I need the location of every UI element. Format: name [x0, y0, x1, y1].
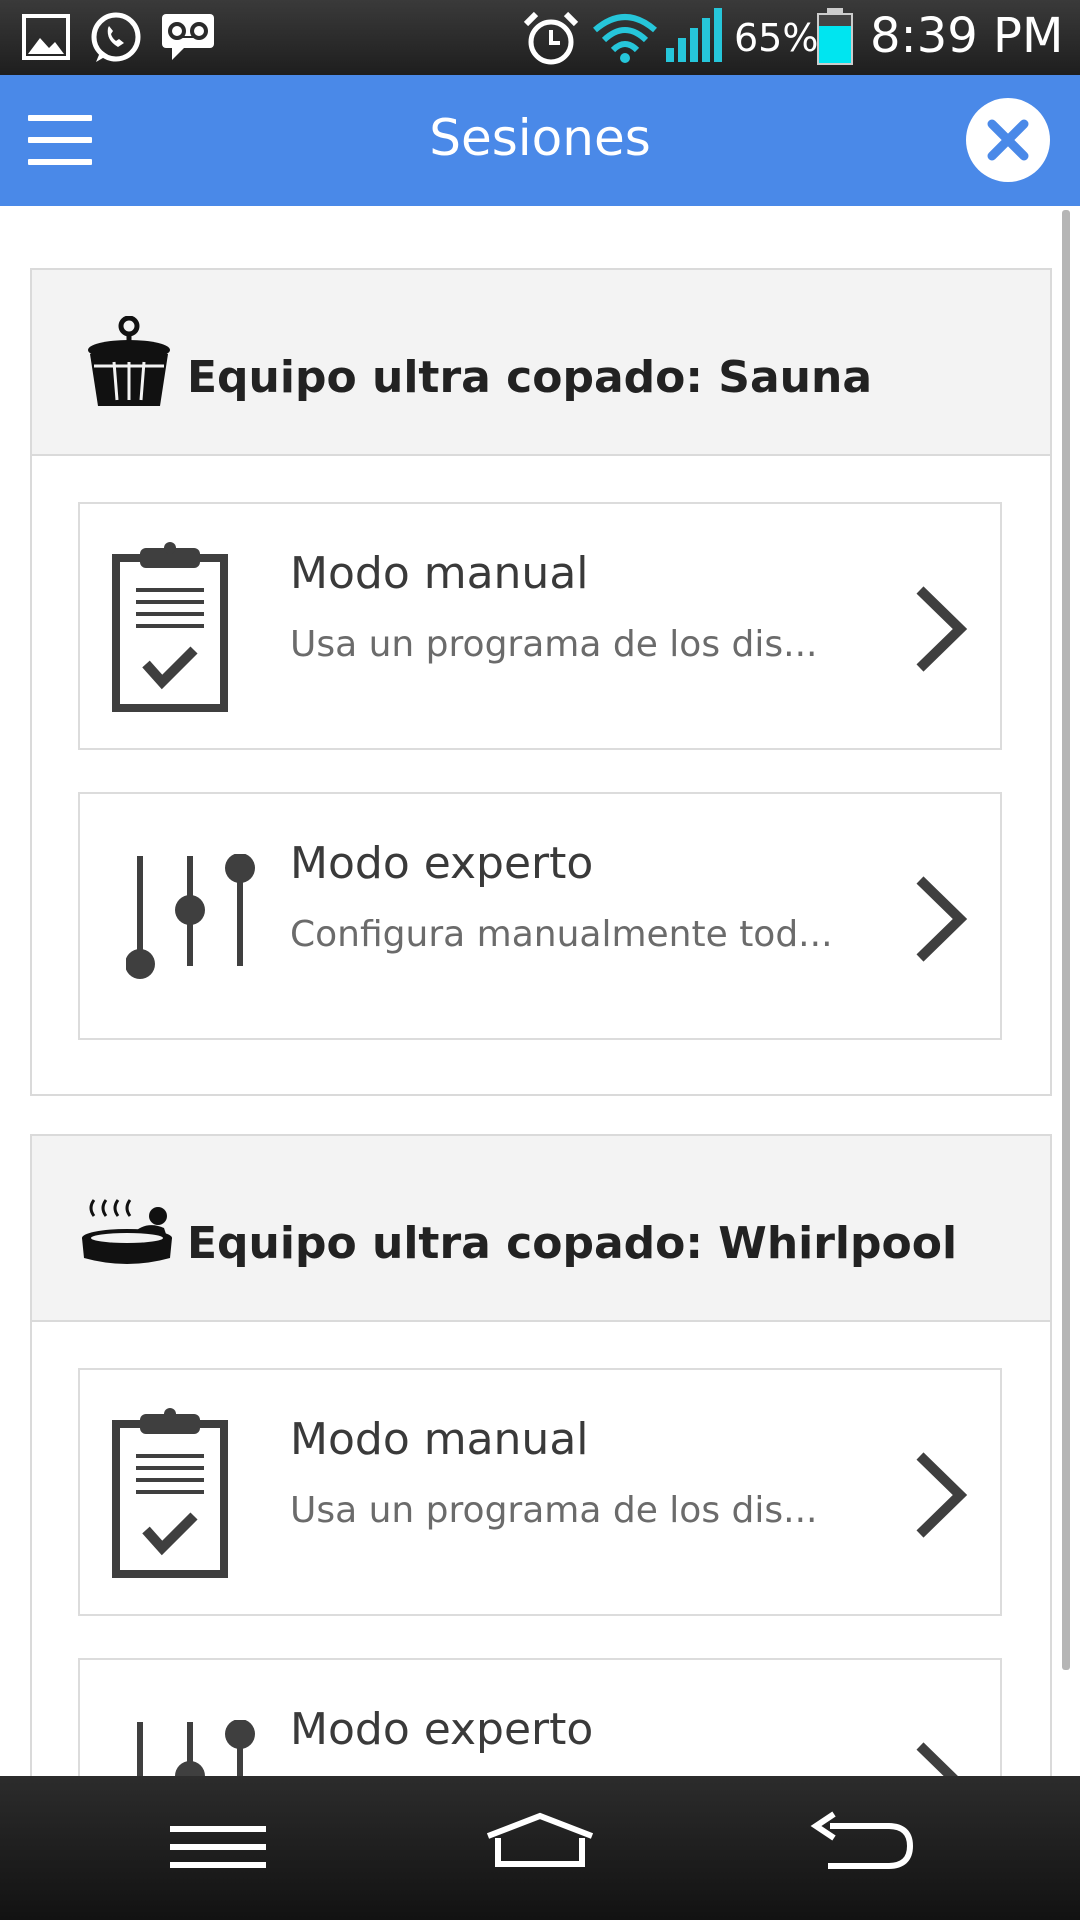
home-icon[interactable] [482, 1812, 598, 1870]
sessions-list[interactable]: Equipo ultra copado: Sauna Modo manual U… [0, 206, 1080, 1776]
close-button[interactable] [966, 98, 1050, 182]
menu-icon[interactable] [170, 1824, 266, 1872]
section-card-sauna: Equipo ultra copado: Sauna Modo manual U… [30, 268, 1052, 1096]
option-description: Usa un programa de los dis... [290, 624, 818, 665]
battery-icon [817, 8, 853, 65]
option-modo-experto[interactable]: Modo experto [78, 1658, 1002, 1776]
sauna-bucket-icon [88, 316, 170, 406]
section-title: Equipo ultra copado: Whirlpool [187, 1218, 958, 1269]
system-nav-bar [0, 1776, 1080, 1920]
option-title: Modo manual [290, 548, 589, 599]
voicemail-icon [162, 14, 214, 60]
app-bar: Sesiones [0, 75, 1080, 206]
clipboard-check-icon [112, 1408, 228, 1578]
page-title: Sesiones [429, 109, 651, 167]
option-title: Modo experto [290, 838, 594, 889]
clock: 8:39 PM [870, 8, 1064, 64]
option-modo-experto[interactable]: Modo experto Configura manualmente tod..… [78, 792, 1002, 1040]
signal-icon [666, 8, 722, 62]
option-title: Modo experto [290, 1704, 594, 1755]
sliders-icon [137, 1720, 255, 1776]
section-header: Equipo ultra copado: Sauna [32, 270, 1050, 456]
gallery-icon [22, 14, 70, 60]
option-description: Configura manualmente tod... [290, 914, 833, 955]
alarm-icon [523, 11, 579, 65]
section-card-whirlpool: Equipo ultra copado: Whirlpool Modo manu… [30, 1134, 1052, 1776]
battery-percent: 65% [734, 16, 819, 60]
status-bar: 65% 8:39 PM [0, 0, 1080, 75]
chevron-right-icon [916, 876, 968, 962]
option-modo-manual[interactable]: Modo manual Usa un programa de los dis..… [78, 502, 1002, 750]
section-header: Equipo ultra copado: Whirlpool [32, 1136, 1050, 1322]
scrollbar[interactable] [1062, 210, 1070, 1670]
chevron-right-icon [916, 1742, 958, 1776]
chevron-right-icon [916, 1452, 968, 1538]
sliders-icon [126, 854, 255, 979]
option-modo-manual[interactable]: Modo manual Usa un programa de los dis..… [78, 1368, 1002, 1616]
back-icon[interactable] [808, 1810, 916, 1874]
option-title: Modo manual [290, 1414, 589, 1465]
whatsapp-icon [91, 12, 141, 62]
whirlpool-tub-icon [82, 1199, 172, 1264]
wifi-icon [593, 14, 657, 63]
option-description: Usa un programa de los dis... [290, 1490, 818, 1531]
clipboard-check-icon [112, 542, 228, 712]
chevron-right-icon [916, 586, 968, 672]
section-title: Equipo ultra copado: Sauna [187, 352, 873, 403]
close-icon [987, 119, 1029, 161]
